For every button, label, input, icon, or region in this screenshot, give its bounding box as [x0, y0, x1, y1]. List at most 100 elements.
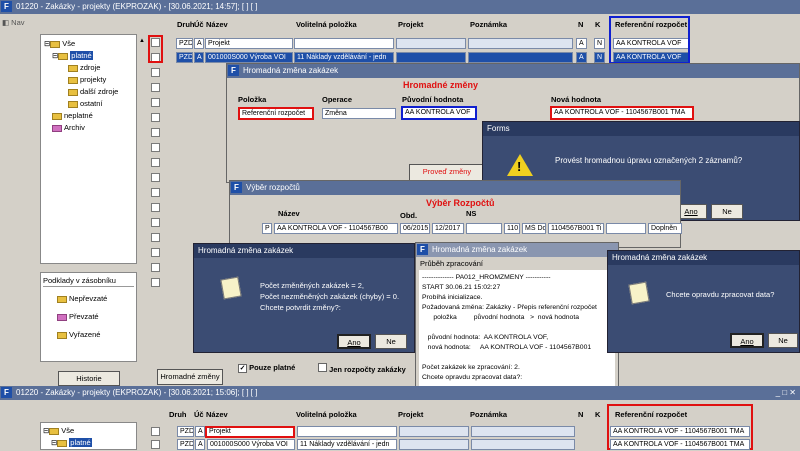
cell-volitelna[interactable] — [297, 426, 397, 437]
vr-row[interactable]: P AA KONTROLA VOF - 1104567B00 06/2015 1… — [254, 223, 684, 235]
row-checkbox[interactable] — [151, 83, 160, 92]
folder-icon — [68, 88, 78, 96]
col-volitelna: Volitelná položka — [296, 20, 357, 29]
vr-cell-empty2[interactable] — [606, 223, 646, 234]
podklady-prev[interactable]: Převzaté — [43, 311, 134, 323]
cell-uc[interactable]: A — [195, 426, 205, 437]
nav-button[interactable]: ◧ Nav — [2, 18, 30, 30]
cell-nazev[interactable]: Projekt — [205, 38, 293, 49]
cell-projekt[interactable] — [396, 52, 466, 63]
cell-druh[interactable]: PZD — [176, 52, 193, 63]
vr-cell-do[interactable]: 12/2017 — [432, 223, 464, 234]
hz2-ano-button[interactable]: Ano — [337, 334, 371, 349]
cell-uc[interactable]: A — [195, 439, 205, 450]
cell-nazev[interactable]: 001000S000 Výroba VOI — [207, 439, 295, 450]
historie-button[interactable]: Historie — [58, 371, 120, 386]
forms-message: Provést hromadnou úpravu označených 2 zá… — [555, 156, 743, 165]
pouze-platne-checkbox[interactable]: ✓ Pouze platné — [238, 363, 295, 373]
hromadne-zmeny-button[interactable]: Hromadné změny — [157, 369, 223, 385]
cell-n[interactable]: A — [576, 52, 587, 63]
proved-zmeny-button[interactable]: Proveď změny — [409, 164, 485, 181]
folder-icon — [52, 124, 62, 132]
tree-item-ostatni[interactable]: ostatní — [44, 98, 133, 110]
row-checkbox[interactable] — [151, 188, 160, 197]
cell-druh[interactable]: PZD — [177, 439, 194, 450]
cell-n[interactable]: A — [576, 38, 587, 49]
row-checkbox[interactable] — [151, 440, 160, 449]
hz-nova-field[interactable]: AA KONTROLA VOF - 1104567B001 TMA — [550, 106, 694, 120]
cell-volitelna[interactable] — [294, 38, 394, 49]
cell-druh[interactable]: PZD — [177, 426, 194, 437]
hz3-ne-button[interactable]: Ne — [768, 333, 798, 348]
cell-uc[interactable]: A — [194, 52, 204, 63]
row-checkbox[interactable] — [151, 218, 160, 227]
log-line: -------------- PA012_HROMZMENY ---------… — [422, 274, 551, 281]
cell-k[interactable]: N — [594, 52, 605, 63]
row-checkbox[interactable] — [151, 278, 160, 287]
cell-volitelna[interactable]: 11 Náklady vzdělávání - jedn — [294, 52, 394, 63]
row-checkbox[interactable] — [151, 113, 160, 122]
row-checkbox[interactable] — [151, 98, 160, 107]
hz3-ano-button[interactable]: Ano — [730, 333, 764, 348]
row-checkbox[interactable] — [151, 263, 160, 272]
hz-polozka-field[interactable]: Referenční rozpočet — [238, 107, 314, 120]
cell-poznamka[interactable] — [468, 52, 573, 63]
bottom-row-2[interactable]: PZD A 001000S000 Výroba VOI 11 Náklady v… — [151, 439, 791, 451]
cell-uc[interactable]: A — [194, 38, 204, 49]
row-checkbox[interactable] — [151, 203, 160, 212]
tree-item-zdroje[interactable]: zdroje — [44, 62, 133, 74]
vr-cell-num[interactable]: 110 — [504, 223, 520, 234]
vr-cell-p[interactable]: P — [262, 223, 272, 234]
row-checkbox[interactable] — [151, 248, 160, 257]
row-checkbox[interactable] — [151, 128, 160, 137]
cell-ref[interactable]: AA KONTROLA VOF - 1104567B001 TMA — [610, 439, 750, 450]
tree-item-neplatne[interactable]: neplatné — [44, 110, 133, 122]
cell-volitelna[interactable]: 11 Náklady vzdělávání - jedn — [297, 439, 397, 450]
btree-item-root[interactable]: ⊟ Vše — [43, 425, 134, 437]
jen-rozpocty-checkbox[interactable]: Jen rozpočty zakázky — [318, 363, 406, 374]
row-checkbox[interactable] — [151, 233, 160, 242]
btree-item-platne[interactable]: ⊟ platné — [43, 437, 134, 449]
main-row-1[interactable]: PZD A Projekt A N AA KONTROLA VOF — [176, 38, 796, 50]
podklady-nepr[interactable]: Nepřevzaté — [43, 293, 134, 305]
forms-ne-button[interactable]: Ne — [711, 204, 743, 219]
cell-druh[interactable]: PZD — [176, 38, 193, 49]
window-buttons[interactable]: _ □ ✕ — [776, 386, 796, 400]
hz2-ne-button[interactable]: Ne — [375, 334, 407, 349]
cell-nazev[interactable]: Projekt — [205, 426, 295, 438]
vr-cell-dopl[interactable]: Doplněn — [648, 223, 682, 234]
cell-projekt[interactable] — [399, 439, 469, 450]
row-checkbox[interactable] — [151, 173, 160, 182]
cell-poznamka[interactable] — [471, 439, 575, 450]
cell-poznamka[interactable] — [468, 38, 573, 49]
row-checkbox[interactable] — [151, 158, 160, 167]
row-checkbox[interactable] — [151, 68, 160, 77]
cell-projekt[interactable] — [396, 38, 466, 49]
cell-nazev[interactable]: 001000S000 Výroba VOI — [205, 52, 293, 63]
hz-operace-field[interactable]: Změna — [322, 108, 396, 119]
tree-item-platne[interactable]: ⊟ platné — [44, 50, 133, 62]
cell-projekt[interactable] — [399, 426, 469, 437]
vr-cell-ref[interactable]: 1104567B001 Ti — [548, 223, 604, 234]
vr-titlebar: F Výběr rozpočtů — [230, 181, 680, 195]
vr-cell-nazev[interactable]: AA KONTROLA VOF - 1104567B00 — [274, 223, 398, 234]
tree-item-archiv[interactable]: Archiv — [44, 122, 133, 134]
cell-ref[interactable]: AA KONTROLA VOF - 1104567B001 TMA — [610, 426, 750, 437]
cell-k[interactable]: N — [594, 38, 605, 49]
vr-cell-od[interactable]: 06/2015 — [400, 223, 430, 234]
vr-cell-ms[interactable]: MŠ Do — [522, 223, 546, 234]
hz3-titlebar: Hromadná změna zakázek — [608, 251, 799, 265]
tree-item-dalsi[interactable]: další zdroje — [44, 86, 133, 98]
vr-cell-empty[interactable] — [466, 223, 502, 234]
cell-poznamka[interactable] — [471, 426, 575, 437]
scroll-up-arrow[interactable]: ▲ — [139, 38, 147, 46]
podklady-vyr[interactable]: Vyřazené — [43, 329, 134, 341]
row-checkbox[interactable] — [151, 143, 160, 152]
podklady-panel: Podklady v zásobníku Nepřevzaté Převzaté… — [40, 272, 137, 362]
bottom-row-1[interactable]: PZD A Projekt AA KONTROLA VOF - 1104567B… — [151, 426, 791, 438]
hz-puvodni-field[interactable]: AA KONTROLA VOF — [401, 106, 477, 120]
tree-item-root[interactable]: ⊟ Vše — [44, 38, 133, 50]
tree-item-projekty[interactable]: projekty — [44, 74, 133, 86]
row-checkbox[interactable] — [151, 427, 160, 436]
